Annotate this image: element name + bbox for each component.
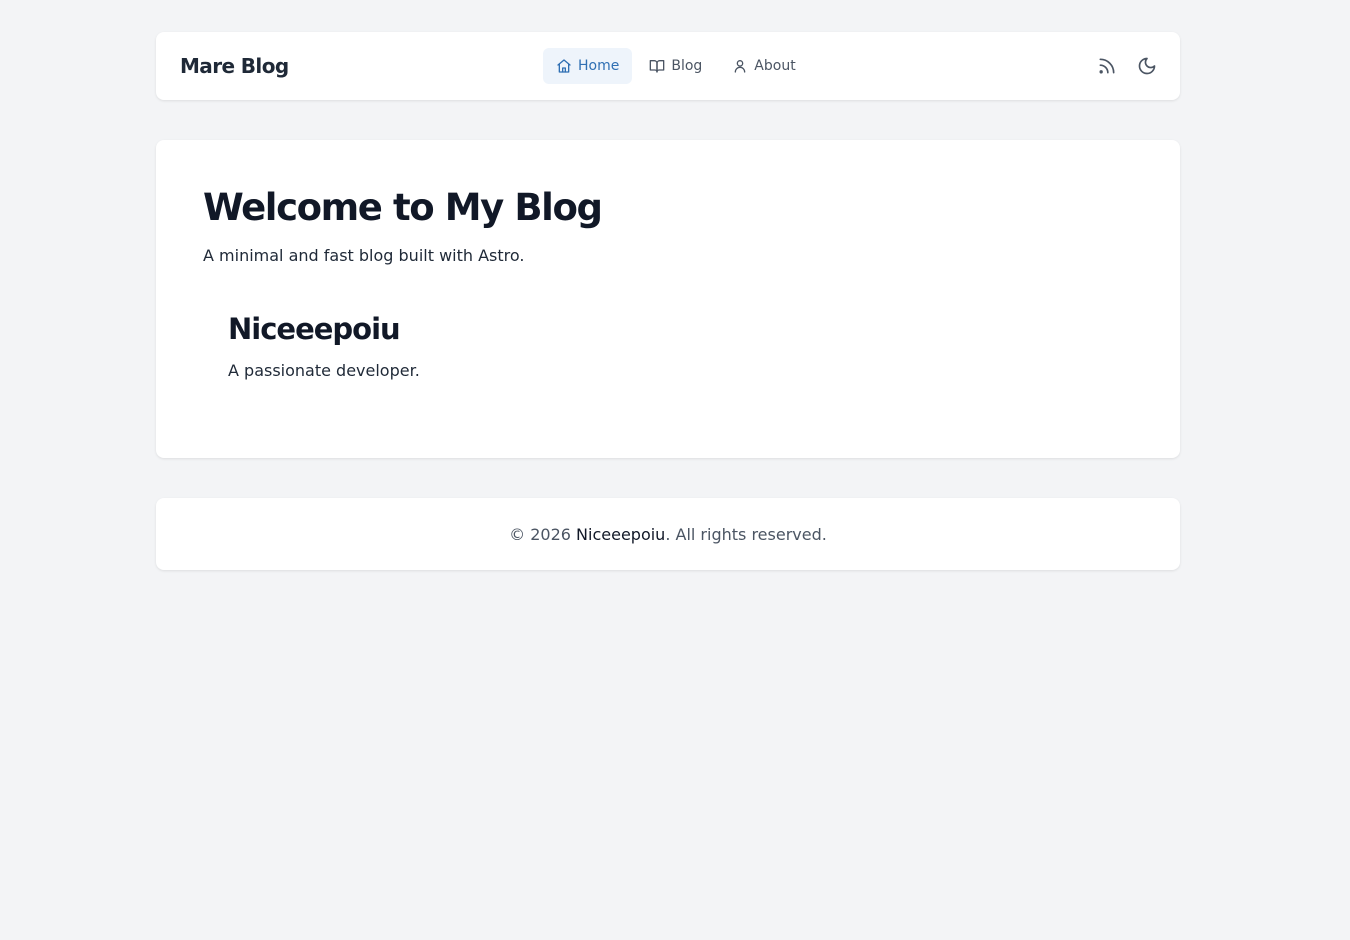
home-icon [557,59,571,73]
book-icon [650,60,665,73]
author-card: Niceeepoiu A passionate developer. [203,311,1133,380]
nav-item-label: Blog [671,58,703,74]
page-subtitle: A minimal and fast blog built with Astro… [203,246,525,265]
header-actions [1096,52,1158,80]
nav-item-blog[interactable]: Blog [636,48,715,84]
user-icon [734,60,746,73]
author-name: Niceeepoiu [228,312,401,346]
site-header: Mare Blog Home Blog About [156,32,1180,100]
page-container: Mare Blog Home Blog About Welcome to My … [156,32,1180,570]
main-nav: Home Blog About [543,48,809,84]
nav-item-label: About [754,58,796,74]
nav-item-label: Home [578,58,620,74]
rss-button[interactable] [1096,52,1118,80]
author-bio: A passionate developer. [228,361,420,380]
site-footer: © 2026 Niceeepoiu. All rights reserved. [156,498,1180,570]
site-brand[interactable]: Mare Blog [180,54,289,78]
theme-toggle-button[interactable] [1136,52,1158,80]
rss-icon [1099,58,1115,74]
moon-icon [1138,57,1156,75]
footer-text: © 2026 Niceeepoiu. All rights reserved. [509,525,827,544]
footer-copyright: © 2026 [509,524,577,544]
page-title: Welcome to My Blog [203,186,603,229]
nav-item-home[interactable]: Home [543,48,633,84]
footer-rights: . All rights reserved. [665,524,827,544]
nav-item-about[interactable]: About [719,48,808,84]
footer-owner-link[interactable]: Niceeepoiu [576,525,665,544]
main-content: Welcome to My Blog A minimal and fast bl… [156,140,1180,458]
